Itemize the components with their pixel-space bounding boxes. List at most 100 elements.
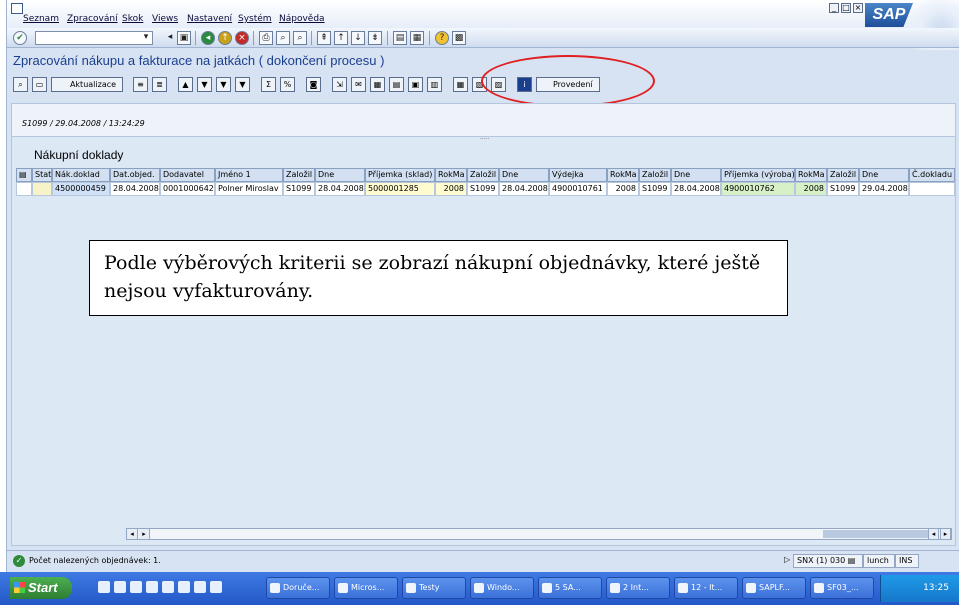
graphic-icon[interactable]: ▥ — [427, 77, 442, 92]
scroll-page-left-icon[interactable]: ◂ — [928, 529, 939, 539]
column-header[interactable]: Příjemka (sklad) — [365, 168, 435, 182]
taskbar-item[interactable]: SAPLF... — [742, 577, 806, 599]
refresh-button[interactable]: Aktualizace — [51, 77, 123, 92]
enter-icon[interactable]: ✔ — [13, 31, 27, 45]
horizontal-scrollbar[interactable]: ◂ ▸ ◂ ▸ — [126, 528, 952, 540]
shortcut-icon[interactable]: ▦ — [410, 31, 424, 45]
subtotal-icon[interactable]: % — [280, 77, 295, 92]
select-all-icon[interactable]: ▤ — [16, 168, 32, 182]
filter-delete-icon[interactable]: ▼ — [235, 77, 250, 92]
column-header[interactable]: Nák.doklad — [52, 168, 110, 182]
column-header[interactable]: Dne — [859, 168, 909, 182]
menu-skok[interactable]: Skok — [122, 14, 143, 24]
filter-set-icon[interactable]: ▼ — [216, 77, 231, 92]
sort-desc-icon[interactable]: ≣ — [152, 77, 167, 92]
quick-launch-app-icon[interactable] — [194, 581, 206, 593]
taskbar-item[interactable]: 12 - It... — [674, 577, 738, 599]
menu-zpracovani[interactable]: Zpracování — [67, 14, 118, 24]
exit-icon[interactable]: ↑ — [218, 31, 232, 45]
menu-views[interactable]: Views — [152, 14, 178, 24]
sum-icon[interactable]: Σ — [261, 77, 276, 92]
column-header[interactable]: Příjemka (výroba) — [721, 168, 795, 182]
column-header[interactable]: Výdejka — [549, 168, 607, 182]
taskbar-item[interactable]: Doruče... — [266, 577, 330, 599]
command-field[interactable] — [35, 31, 153, 45]
quick-launch-word-icon[interactable] — [130, 581, 142, 593]
print-preview-icon[interactable]: ◙ — [306, 77, 321, 92]
taskbar-item[interactable]: Windo... — [470, 577, 534, 599]
minimize-icon[interactable]: _ — [829, 3, 839, 13]
print-icon[interactable]: ⎙ — [259, 31, 273, 45]
scroll-left-icon[interactable]: ◂ — [127, 529, 138, 539]
filter-icon[interactable]: ▼ — [197, 77, 212, 92]
menu-seznam[interactable]: Seznam — [23, 14, 59, 24]
taskbar-item[interactable]: 5 SA... — [538, 577, 602, 599]
back-icon[interactable]: ◂ — [201, 31, 215, 45]
column-header[interactable]: RokMa — [435, 168, 467, 182]
column-header[interactable]: Dat.objed. — [110, 168, 160, 182]
export-icon[interactable]: ⇲ — [332, 77, 347, 92]
layout-icon[interactable]: ▦ — [453, 77, 468, 92]
column-header[interactable]: Jméno 1 — [215, 168, 283, 182]
scroll-right-icon[interactable]: ▸ — [940, 529, 951, 539]
command-dropdown-icon[interactable]: ▾ — [139, 31, 153, 45]
table-cell[interactable]: 5000001285 — [365, 182, 435, 196]
table-cell[interactable]: 4900010762 — [721, 182, 795, 196]
find-icon[interactable]: ⌕ — [276, 31, 290, 45]
collapse-icon[interactable]: ◂ — [163, 31, 177, 45]
column-header[interactable]: Založil — [639, 168, 671, 182]
insert-mode[interactable]: INS — [895, 554, 919, 568]
column-header[interactable]: Č.dokladu F — [909, 168, 955, 182]
status-toggle-icon[interactable]: ▷ — [781, 554, 793, 568]
align-icon[interactable]: ▲ — [178, 77, 193, 92]
table-cell[interactable]: 4900010761 — [549, 182, 607, 196]
sort-icon[interactable]: ≡ — [133, 77, 148, 92]
quick-launch-folder-icon[interactable] — [114, 581, 126, 593]
column-header[interactable]: RokMa — [795, 168, 827, 182]
cancel-icon[interactable]: × — [235, 31, 249, 45]
status-message[interactable]: Počet nalezených objednávek: 1. — [29, 556, 161, 565]
previous-page-icon[interactable]: ↑ — [334, 31, 348, 45]
column-header[interactable]: Dodavatel — [160, 168, 215, 182]
start-button[interactable]: Start — [10, 577, 72, 599]
taskbar-item[interactable]: Micros... — [334, 577, 398, 599]
choose-icon[interactable]: ▭ — [32, 77, 47, 92]
close-icon[interactable]: × — [853, 3, 863, 13]
scroll-right-small-icon[interactable]: ▸ — [139, 529, 150, 539]
save-icon[interactable]: ▣ — [177, 31, 191, 45]
clock[interactable]: 13:25 — [923, 583, 949, 593]
column-header[interactable]: Založil — [467, 168, 499, 182]
splitter-handle[interactable]: ..... — [480, 134, 490, 141]
spreadsheet-icon[interactable]: ▦ — [370, 77, 385, 92]
system-info[interactable]: SNX (1) 030 ▤ — [793, 554, 863, 568]
help-icon[interactable]: ? — [435, 31, 449, 45]
taskbar-item[interactable]: 2 Int... — [606, 577, 670, 599]
quick-launch-ie-icon[interactable] — [98, 581, 110, 593]
quick-launch-outlook-icon[interactable] — [146, 581, 158, 593]
column-header[interactable]: Dne — [671, 168, 721, 182]
new-session-icon[interactable]: ▤ — [393, 31, 407, 45]
next-page-icon[interactable]: ↓ — [351, 31, 365, 45]
menu-system[interactable]: Systém — [238, 14, 272, 24]
first-page-icon[interactable]: ⇞ — [317, 31, 331, 45]
column-header[interactable]: Založil — [283, 168, 315, 182]
taskbar-item[interactable]: SF03_... — [810, 577, 874, 599]
mail-icon[interactable]: ✉ — [351, 77, 366, 92]
last-page-icon[interactable]: ⇟ — [368, 31, 382, 45]
local-file-icon[interactable]: ▣ — [408, 77, 423, 92]
taskbar-item[interactable]: Testy — [402, 577, 466, 599]
menu-napoveda[interactable]: Nápověda — [279, 14, 325, 24]
column-header[interactable]: Založil — [827, 168, 859, 182]
column-header[interactable]: Stat — [32, 168, 52, 182]
menu-nastaveni[interactable]: Nastavení — [187, 14, 232, 24]
row-selector[interactable] — [16, 182, 32, 196]
quick-launch-app-icon[interactable] — [210, 581, 222, 593]
quick-launch-app-icon[interactable] — [162, 581, 174, 593]
maximize-icon[interactable]: □ — [841, 3, 851, 13]
layout-menu-icon[interactable]: ▩ — [452, 31, 466, 45]
system-list-icon[interactable]: ▤ — [848, 556, 856, 565]
table-cell[interactable]: 4500000459 — [52, 182, 110, 196]
column-header[interactable]: Dne — [315, 168, 365, 182]
column-header[interactable]: Dne — [499, 168, 549, 182]
scroll-thumb[interactable] — [823, 530, 931, 538]
